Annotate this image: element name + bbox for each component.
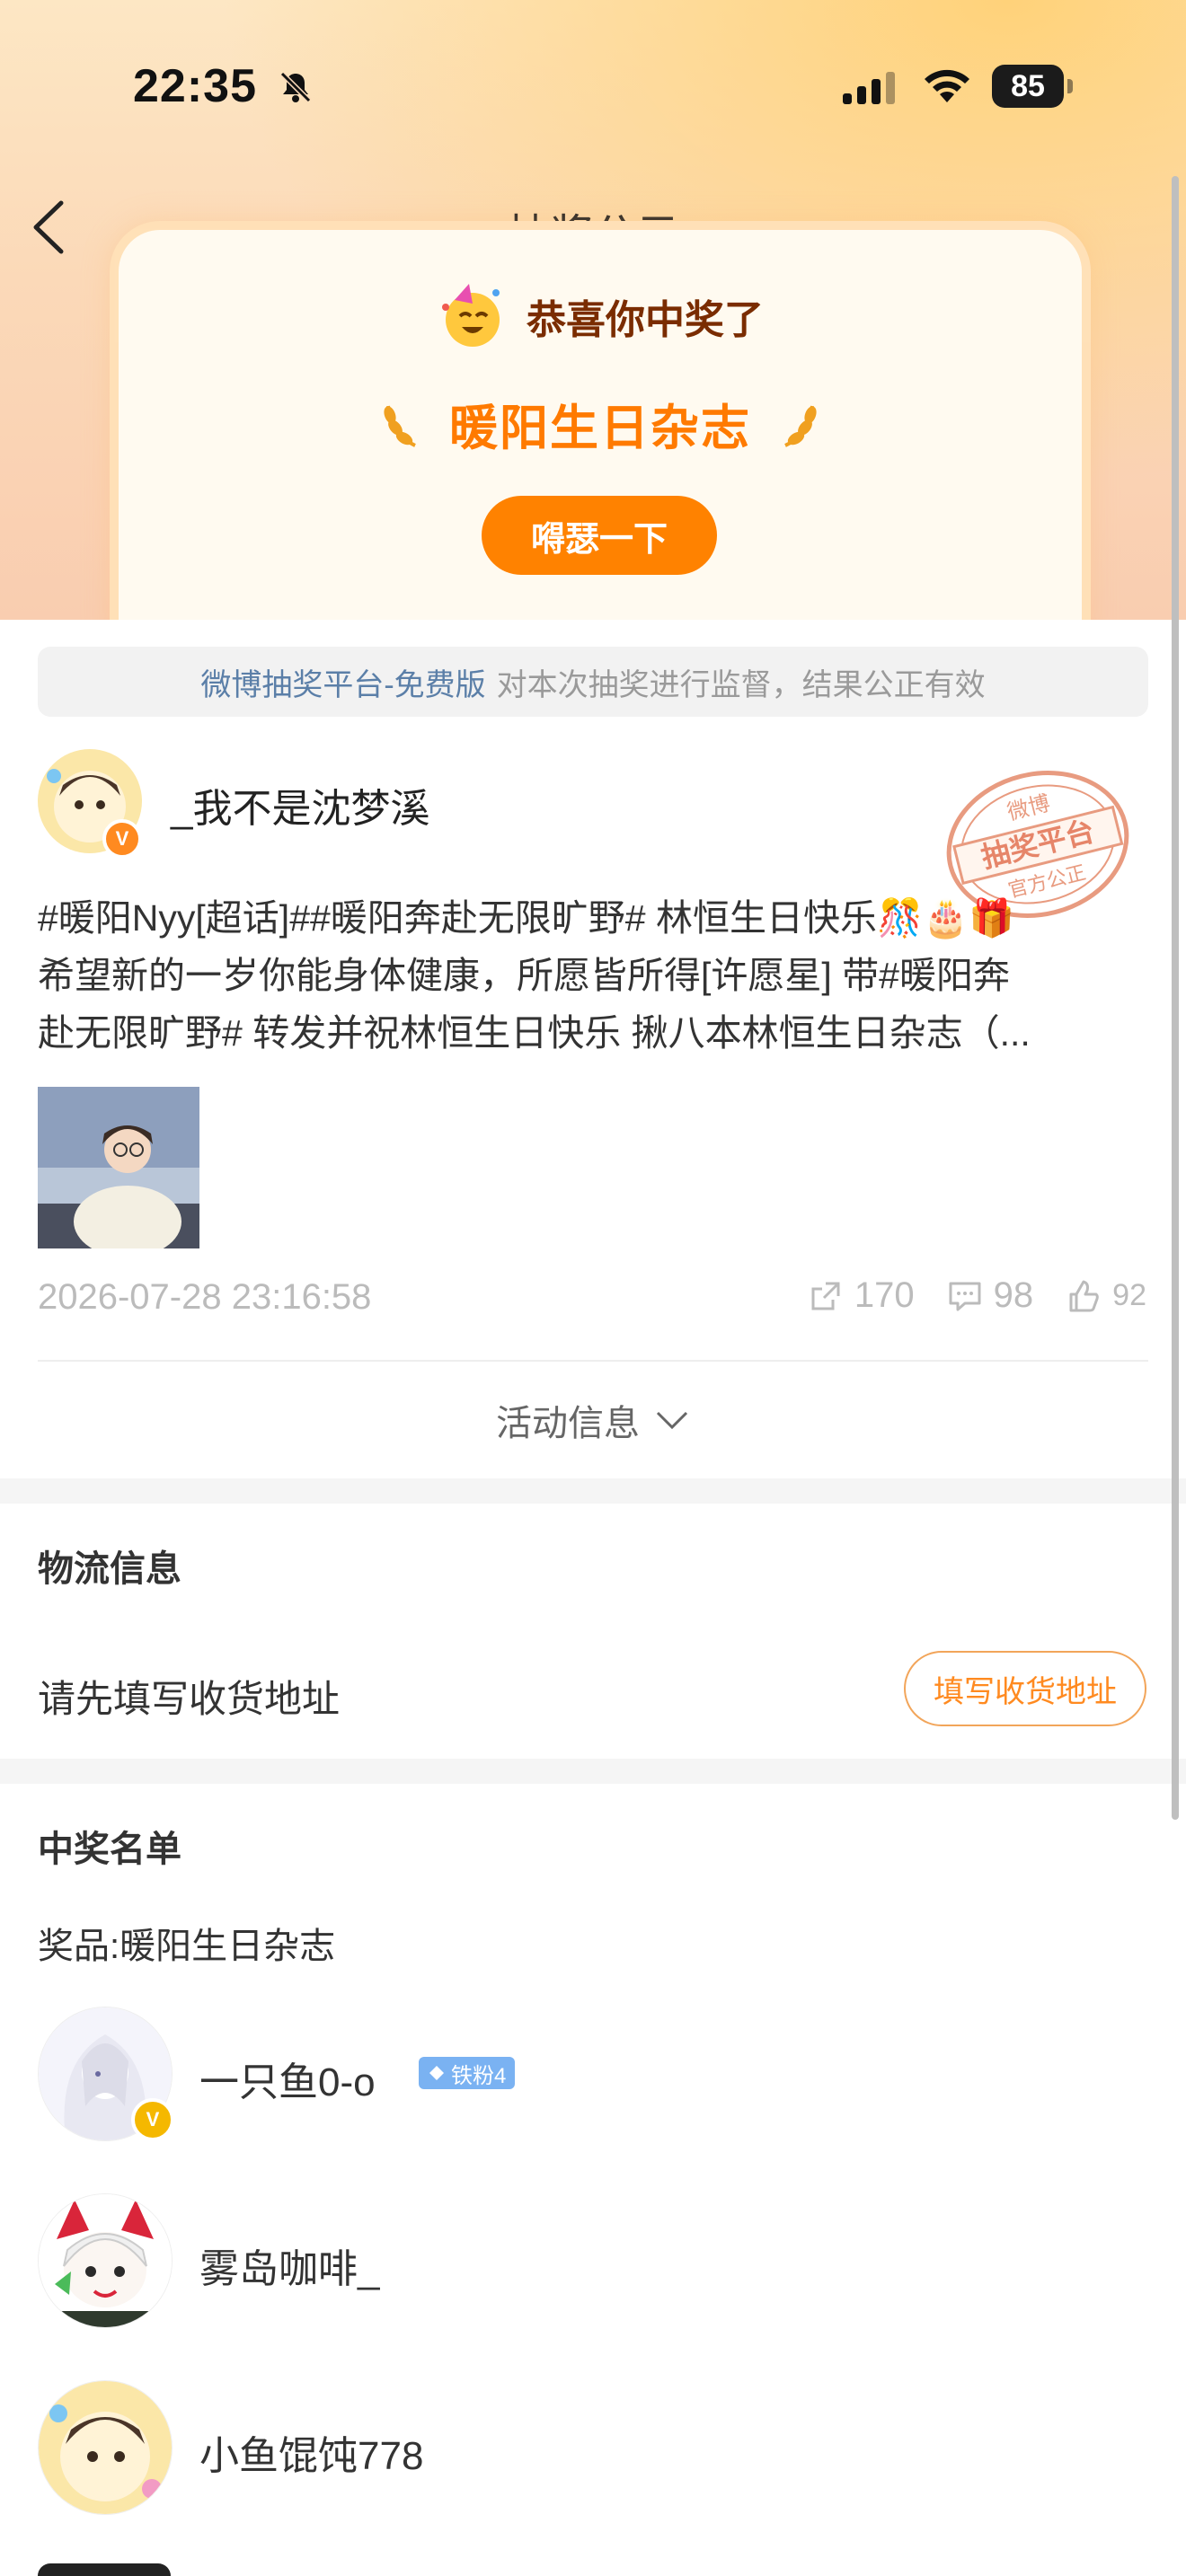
post-line: 赴无限旷野# 转发并祝林恒生日快乐 揪八本林恒生日杂志（... bbox=[38, 1012, 1031, 1054]
stamp-top-text: 微博 bbox=[1005, 790, 1052, 825]
repost-stat[interactable]: 170 bbox=[808, 1275, 915, 1316]
address-prompt: 请先填写收货地址 bbox=[38, 1678, 341, 1720]
main-content: 微博抽奖平台-免费版 对本次抽奖进行监督，结果公正有效 V _我不是沈梦溪 微博… bbox=[0, 620, 1186, 2576]
bell-muted-icon bbox=[279, 71, 312, 103]
congrats-text: 恭喜你中奖了 bbox=[527, 298, 764, 342]
laurel-right-icon bbox=[784, 405, 817, 447]
activity-info-toggle[interactable]: 活动信息 bbox=[0, 1394, 1186, 1446]
logistics-title: 物流信息 bbox=[38, 1549, 181, 1589]
share-icon bbox=[811, 1282, 840, 1310]
prize-card: 恭喜你中奖了 暖阳生日杂志 嘚瑟一下 bbox=[110, 221, 1091, 643]
notice-text: 对本次抽奖进行监督，结果公正有效 bbox=[496, 667, 986, 702]
diamond-icon bbox=[429, 2066, 444, 2080]
verified-gold-badge-icon: V bbox=[131, 2098, 174, 2141]
comment-icon bbox=[949, 1282, 981, 1310]
divider bbox=[38, 1360, 1148, 1362]
fan-badge-label: 铁粉4 bbox=[451, 2063, 507, 2088]
winner-avatar-partial bbox=[38, 2563, 171, 2576]
post-line: #暖阳Nyy[超话]##暖阳奔赴无限旷野# 林恒生日快乐🎊🎂🎁 bbox=[38, 897, 1015, 939]
status-time: 22:35 bbox=[133, 60, 257, 112]
prize-name: 暖阳生日杂志 bbox=[449, 401, 751, 455]
post-stats: 170 98 92 bbox=[790, 1275, 1146, 1316]
like-stat[interactable]: 92 bbox=[1066, 1278, 1146, 1314]
winner-avatar[interactable] bbox=[38, 2193, 173, 2328]
post-timestamp: 2026-07-28 23:16:58 bbox=[38, 1277, 372, 1317]
cellular-signal-icon bbox=[843, 72, 895, 104]
winners-prize-label: 奖品:暖阳生日杂志 bbox=[38, 1927, 336, 1966]
winner-name: 小鱼馄饨778 bbox=[199, 2434, 424, 2478]
post-image[interactable] bbox=[38, 1087, 199, 1248]
activity-info-label: 活动信息 bbox=[496, 1404, 640, 1443]
comment-count: 98 bbox=[993, 1275, 1034, 1315]
supervision-notice: 微博抽奖平台-免费版 对本次抽奖进行监督，结果公正有效 bbox=[38, 647, 1148, 717]
show-off-button[interactable]: 嘚瑟一下 bbox=[482, 496, 717, 575]
laurel-left-icon bbox=[384, 405, 416, 447]
winner-avatar[interactable] bbox=[38, 2380, 173, 2515]
scrollbar[interactable] bbox=[1172, 176, 1179, 1820]
winner-row[interactable]: 小鱼馄饨778 bbox=[38, 2380, 1152, 2517]
party-face-icon bbox=[442, 284, 500, 347]
lottery-platform-link[interactable]: 微博抽奖平台-免费版 bbox=[200, 660, 485, 704]
section-gap bbox=[0, 1759, 1186, 1784]
iron-fan-badge: 铁粉4 bbox=[419, 2057, 516, 2089]
winners-title: 中奖名单 bbox=[38, 1830, 181, 1869]
section-gap bbox=[0, 1478, 1186, 1504]
winner-row[interactable]: V 一只鱼0-o 铁粉4 bbox=[38, 2007, 1152, 2143]
verified-orange-badge-icon: V bbox=[102, 819, 142, 859]
thumbs-up-icon bbox=[1069, 1280, 1099, 1311]
winner-name: 一只鱼0-o bbox=[199, 2060, 376, 2104]
winner-row[interactable]: 雾岛咖啡_ bbox=[38, 2193, 1152, 2330]
wifi-icon bbox=[925, 69, 969, 102]
like-count: 92 bbox=[1112, 1278, 1146, 1312]
status-bar: 22:35 85 bbox=[0, 0, 1186, 171]
post-text[interactable]: #暖阳Nyy[超话]##暖阳奔赴无限旷野# 林恒生日快乐🎊🎂🎁 希望新的一岁你能… bbox=[38, 889, 1152, 1062]
repost-count: 170 bbox=[854, 1275, 915, 1315]
fill-address-button[interactable]: 填写收货地址 bbox=[904, 1651, 1146, 1726]
post-line: 希望新的一岁你能身体健康，所愿皆所得[许愿星] 带#暖阳奔 bbox=[38, 955, 1010, 996]
battery-level: 85 bbox=[992, 65, 1064, 108]
chevron-down-icon bbox=[656, 1411, 688, 1430]
comment-stat[interactable]: 98 bbox=[947, 1275, 1034, 1316]
battery-indicator: 85 bbox=[992, 65, 1073, 108]
author-name[interactable]: _我不是沈梦溪 bbox=[171, 776, 429, 834]
winner-name: 雾岛咖啡_ bbox=[199, 2247, 380, 2291]
